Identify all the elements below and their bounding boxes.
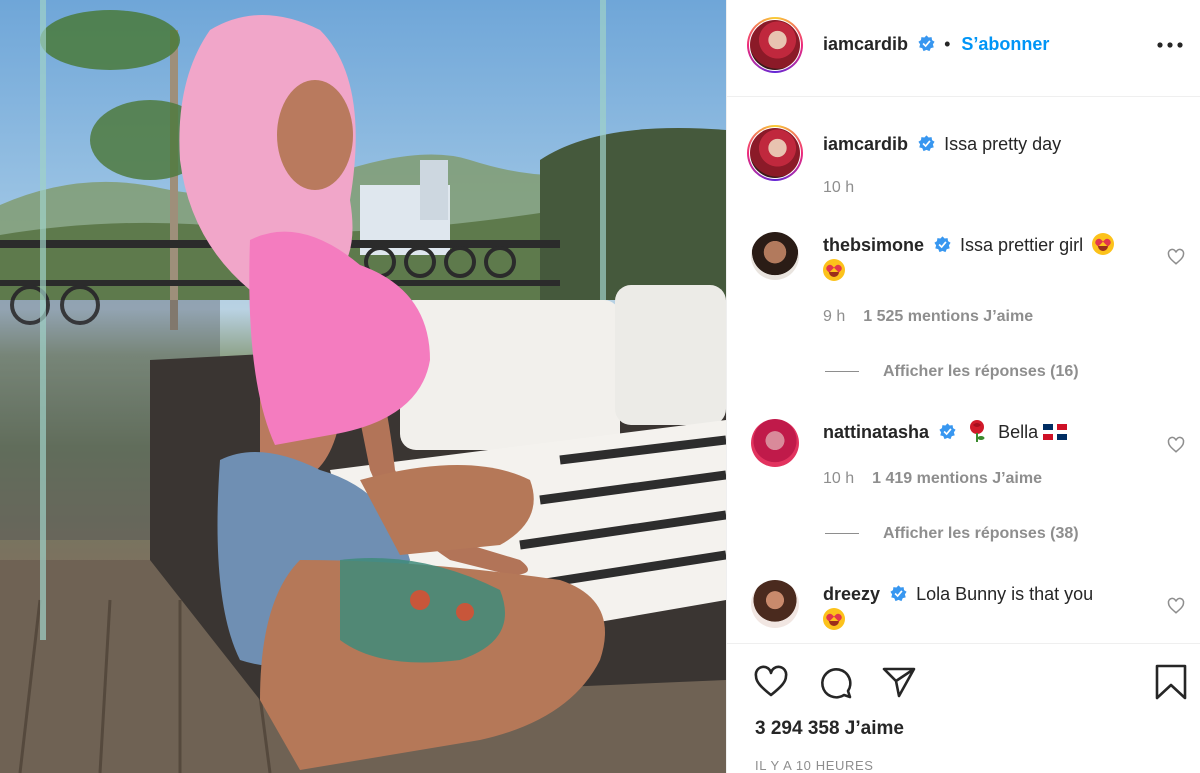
comment-username[interactable]: thebsimone bbox=[823, 235, 924, 255]
verified-badge-icon bbox=[890, 585, 907, 602]
replies-divider bbox=[825, 371, 859, 373]
view-replies-label: Afficher les réponses (16) bbox=[883, 363, 1079, 380]
like-comment-heart-icon[interactable] bbox=[1167, 436, 1185, 454]
rose-emoji bbox=[970, 420, 985, 442]
view-replies-label: Afficher les réponses (38) bbox=[883, 525, 1079, 542]
comments-list: iamcardib Issa pretty day 10 h thebsimon… bbox=[727, 98, 1200, 643]
heart-eyes-emoji bbox=[823, 608, 845, 630]
author-avatar[interactable] bbox=[747, 17, 803, 73]
comment-likes[interactable]: 1 419 mentions J’aime bbox=[872, 470, 1042, 487]
verified-badge-icon bbox=[918, 35, 935, 52]
verified-badge-icon bbox=[934, 236, 951, 253]
share-icon[interactable] bbox=[881, 664, 917, 700]
comment: thebsimone Issa prettier girl bbox=[823, 232, 1153, 284]
likes-count[interactable]: 3 294 358 J’aime bbox=[755, 718, 904, 740]
comment-age: 10 h bbox=[823, 470, 855, 487]
bookmark-icon[interactable] bbox=[1153, 664, 1189, 700]
comment-text: Bella bbox=[998, 422, 1039, 442]
commenter-avatar[interactable] bbox=[751, 232, 799, 280]
comment-meta: 9 h 1 525 mentions J’aime bbox=[823, 308, 1033, 326]
heart-icon[interactable] bbox=[753, 664, 789, 700]
post-photo[interactable] bbox=[0, 0, 726, 773]
post-timestamp: IL Y A 10 HEURES bbox=[755, 758, 874, 773]
verified-badge-icon bbox=[939, 423, 956, 440]
view-replies-button[interactable]: Afficher les réponses (16) bbox=[825, 363, 1079, 381]
comment-age: 9 h bbox=[823, 308, 846, 325]
caption-age: 10 h bbox=[823, 179, 855, 196]
post-sidebar: iamcardib • S’abonner iamcardib Issa pre… bbox=[726, 0, 1200, 773]
comment: dreezy Lola Bunny is that you bbox=[823, 581, 1153, 633]
separator-dot: • bbox=[944, 34, 951, 54]
comment-icon[interactable] bbox=[817, 664, 853, 700]
caption-username[interactable]: iamcardib bbox=[823, 134, 908, 154]
verified-badge-icon bbox=[918, 135, 935, 152]
follow-button[interactable]: S’abonner bbox=[961, 34, 1049, 54]
commenter-avatar[interactable] bbox=[751, 419, 799, 467]
like-comment-heart-icon[interactable] bbox=[1167, 597, 1185, 615]
comment-meta: 10 h 1 419 mentions J’aime bbox=[823, 470, 1042, 488]
replies-divider bbox=[825, 533, 859, 535]
caption-author-avatar[interactable] bbox=[747, 125, 803, 181]
comment-username[interactable]: nattinatasha bbox=[823, 422, 929, 442]
post-header: iamcardib • S’abonner bbox=[727, 0, 1200, 97]
post-actions: 3 294 358 J’aime IL Y A 10 HEURES bbox=[727, 643, 1200, 773]
photo-illustration bbox=[0, 0, 726, 773]
caption: iamcardib Issa pretty day bbox=[823, 131, 1153, 157]
author-username[interactable]: iamcardib bbox=[823, 34, 908, 54]
like-comment-heart-icon[interactable] bbox=[1167, 248, 1185, 266]
commenter-avatar[interactable] bbox=[751, 580, 799, 628]
comment-username[interactable]: dreezy bbox=[823, 584, 880, 604]
author-line: iamcardib • S’abonner bbox=[823, 34, 1049, 55]
dominican-flag-emoji bbox=[1043, 424, 1068, 440]
comment: nattinatasha Bella bbox=[823, 419, 1153, 445]
comment-text: Issa prettier girl bbox=[960, 235, 1084, 255]
view-replies-button[interactable]: Afficher les réponses (38) bbox=[825, 525, 1079, 543]
more-options-icon[interactable] bbox=[1157, 34, 1183, 56]
heart-eyes-emoji bbox=[823, 259, 845, 281]
caption-text: Issa pretty day bbox=[944, 134, 1062, 154]
heart-eyes-emoji bbox=[1092, 233, 1115, 255]
comment-text: Lola Bunny is that you bbox=[916, 584, 1094, 604]
comment-likes[interactable]: 1 525 mentions J’aime bbox=[863, 308, 1033, 325]
